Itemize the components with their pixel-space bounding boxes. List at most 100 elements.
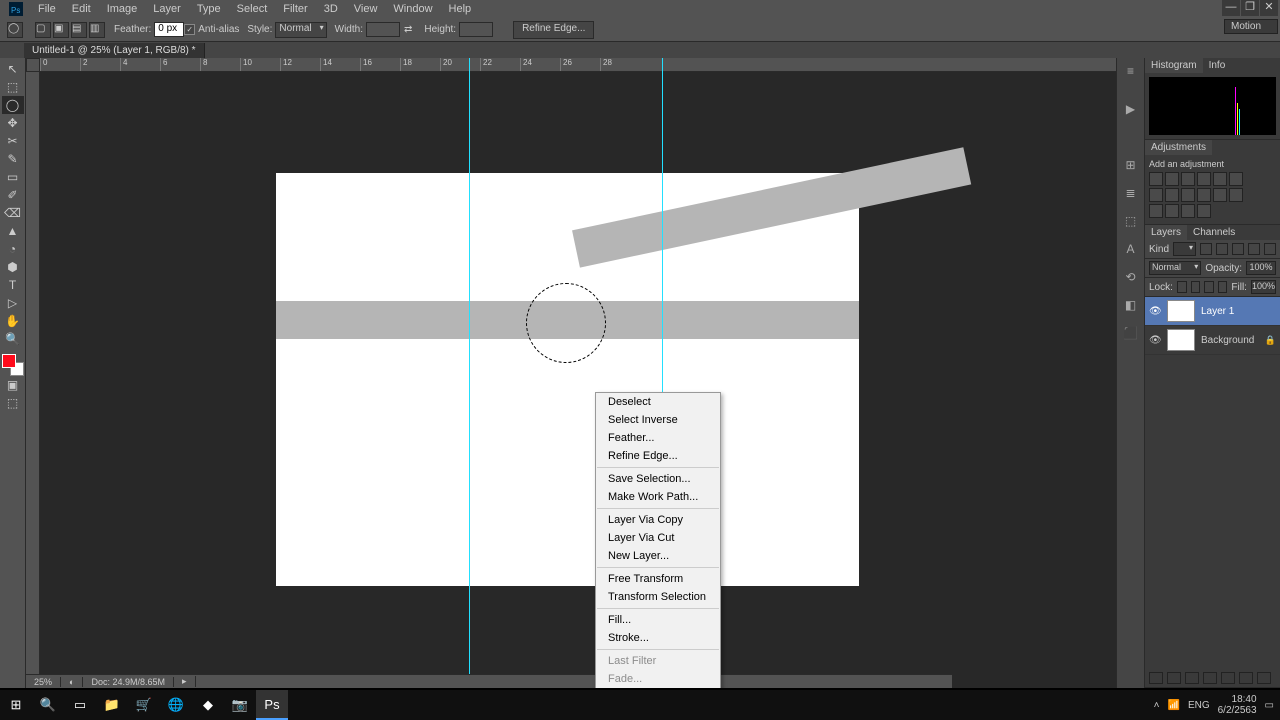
tray-clock[interactable]: 18:40 6/2/2563 xyxy=(1218,694,1257,716)
adjustment-icon[interactable] xyxy=(1165,204,1179,218)
tool-icon[interactable]: ✎ xyxy=(2,150,24,168)
opacity-value[interactable]: 100% xyxy=(1246,261,1276,275)
context-menu-item[interactable]: Deselect xyxy=(596,393,720,411)
dock-icon[interactable]: ≣ xyxy=(1120,186,1142,206)
layer-group-icon[interactable] xyxy=(1221,672,1235,684)
dock-icon[interactable]: ≡ xyxy=(1120,64,1142,84)
height-input[interactable] xyxy=(459,22,493,37)
antialias-checkbox[interactable]: ✓ xyxy=(184,24,195,35)
dock-icon[interactable]: ⊞ xyxy=(1120,158,1142,178)
horizontal-ruler[interactable]: 0246810121416182022242628 xyxy=(40,58,1116,72)
dock-icon[interactable]: ◧ xyxy=(1120,298,1142,318)
dock-icon[interactable] xyxy=(1120,130,1142,150)
subtract-selection-button[interactable]: ▤ xyxy=(71,22,87,38)
context-menu-item[interactable]: Stroke... xyxy=(596,629,720,647)
menu-layer[interactable]: Layer xyxy=(145,2,189,16)
color-swatch[interactable] xyxy=(2,354,24,376)
context-menu-item[interactable]: Fill... xyxy=(596,611,720,629)
fill-value[interactable]: 100% xyxy=(1251,280,1276,294)
document-canvas[interactable] xyxy=(276,173,859,586)
tool-icon[interactable]: ⌫ xyxy=(2,204,24,222)
menu-view[interactable]: View xyxy=(346,2,386,16)
style-dropdown[interactable]: Normal xyxy=(275,22,326,38)
channels-tab[interactable]: Channels xyxy=(1187,225,1241,240)
context-menu-item[interactable]: Select Inverse xyxy=(596,411,720,429)
tool-icon[interactable]: ▭ xyxy=(2,168,24,186)
context-menu-item[interactable]: New Layer... xyxy=(596,547,720,565)
tool-icon[interactable]: ↖ xyxy=(2,60,24,78)
adjustment-icon[interactable] xyxy=(1165,172,1179,186)
feather-input[interactable]: 0 px xyxy=(154,22,184,37)
guide-vertical[interactable] xyxy=(469,58,470,688)
window-close-button[interactable]: ✕ xyxy=(1260,0,1278,16)
adjustment-icon[interactable] xyxy=(1213,188,1227,202)
menu-3d[interactable]: 3D xyxy=(316,2,346,16)
delete-layer-icon[interactable] xyxy=(1257,672,1271,684)
doc-info-arrow-icon[interactable]: ▸ xyxy=(174,676,196,687)
lock-position-icon[interactable] xyxy=(1204,281,1214,293)
adjustment-icon[interactable] xyxy=(1197,188,1211,202)
layer-row[interactable]: 👁Layer 1 xyxy=(1145,297,1280,326)
screen-mode-icon[interactable]: ⬚ xyxy=(2,394,24,412)
adjustment-icon[interactable] xyxy=(1229,172,1243,186)
tool-icon[interactable]: 🔍 xyxy=(2,330,24,348)
adjustment-icon[interactable] xyxy=(1149,188,1163,202)
link-layers-icon[interactable] xyxy=(1149,672,1163,684)
color-sampler-icon[interactable]: ◐ xyxy=(61,677,83,687)
layer-mask-icon[interactable] xyxy=(1185,672,1199,684)
tool-icon[interactable]: ◯ xyxy=(2,96,24,114)
filter-type-icon[interactable] xyxy=(1232,243,1244,255)
layer-thumbnail[interactable] xyxy=(1167,300,1195,322)
context-menu-item[interactable]: Layer Via Copy xyxy=(596,511,720,529)
adjustment-icon[interactable] xyxy=(1181,188,1195,202)
lock-transparent-icon[interactable] xyxy=(1177,281,1187,293)
tool-icon[interactable]: ⬚ xyxy=(2,78,24,96)
foreground-color-swatch[interactable] xyxy=(2,354,16,368)
tool-preset-button[interactable]: ◯ xyxy=(7,22,23,38)
taskbar-app-icon[interactable]: 🛒 xyxy=(128,690,160,720)
context-menu-item[interactable]: Feather... xyxy=(596,429,720,447)
filter-kind-dropdown[interactable] xyxy=(1173,242,1196,256)
menu-select[interactable]: Select xyxy=(229,2,276,16)
filter-smart-icon[interactable] xyxy=(1264,243,1276,255)
context-menu-item[interactable]: Layer Via Cut xyxy=(596,529,720,547)
menu-type[interactable]: Type xyxy=(189,2,229,16)
tray-notifications-icon[interactable]: ▭ xyxy=(1265,700,1274,711)
adjustment-icon[interactable] xyxy=(1197,204,1211,218)
adjustments-tab[interactable]: Adjustments xyxy=(1145,140,1212,155)
window-minimize-button[interactable]: — xyxy=(1222,0,1240,16)
tool-icon[interactable]: ✋ xyxy=(2,312,24,330)
menu-filter[interactable]: Filter xyxy=(275,2,315,16)
zoom-level[interactable]: 25% xyxy=(26,677,61,687)
adjustment-icon[interactable] xyxy=(1181,204,1195,218)
filter-adjust-icon[interactable] xyxy=(1216,243,1228,255)
blend-mode-dropdown[interactable]: Normal xyxy=(1149,261,1201,275)
menu-image[interactable]: Image xyxy=(99,2,146,16)
tool-icon[interactable]: ⬢ xyxy=(2,258,24,276)
tool-icon[interactable]: ◔ xyxy=(2,240,24,258)
intersect-selection-button[interactable]: ▥ xyxy=(89,22,105,38)
add-selection-button[interactable]: ▣ xyxy=(53,22,69,38)
dock-icon[interactable]: ⟲ xyxy=(1120,270,1142,290)
info-tab[interactable]: Info xyxy=(1203,58,1232,73)
layer-visibility-icon[interactable]: 👁 xyxy=(1149,306,1161,317)
taskbar-app-icon[interactable]: 🌐 xyxy=(160,690,192,720)
filter-shape-icon[interactable] xyxy=(1248,243,1260,255)
tool-icon[interactable]: ▷ xyxy=(2,294,24,312)
tool-icon[interactable]: ✥ xyxy=(2,114,24,132)
adjustment-icon[interactable] xyxy=(1149,204,1163,218)
ruler-origin[interactable] xyxy=(26,58,40,72)
new-layer-icon[interactable] xyxy=(1239,672,1253,684)
tool-icon[interactable]: ▲ xyxy=(2,222,24,240)
taskbar-app-icon[interactable]: 📷 xyxy=(224,690,256,720)
lock-all-icon[interactable] xyxy=(1218,281,1228,293)
menu-window[interactable]: Window xyxy=(385,2,440,16)
tray-chevron-icon[interactable]: ˄ xyxy=(1154,700,1160,711)
dock-icon[interactable]: ▶ xyxy=(1120,102,1142,122)
menu-file[interactable]: File xyxy=(30,2,64,16)
context-menu-item[interactable]: Save Selection... xyxy=(596,470,720,488)
quick-mask-icon[interactable]: ▣ xyxy=(2,376,24,394)
adjustment-icon[interactable] xyxy=(1197,172,1211,186)
layer-thumbnail[interactable] xyxy=(1167,329,1195,351)
tray-network-icon[interactable]: 📶 xyxy=(1167,700,1179,711)
